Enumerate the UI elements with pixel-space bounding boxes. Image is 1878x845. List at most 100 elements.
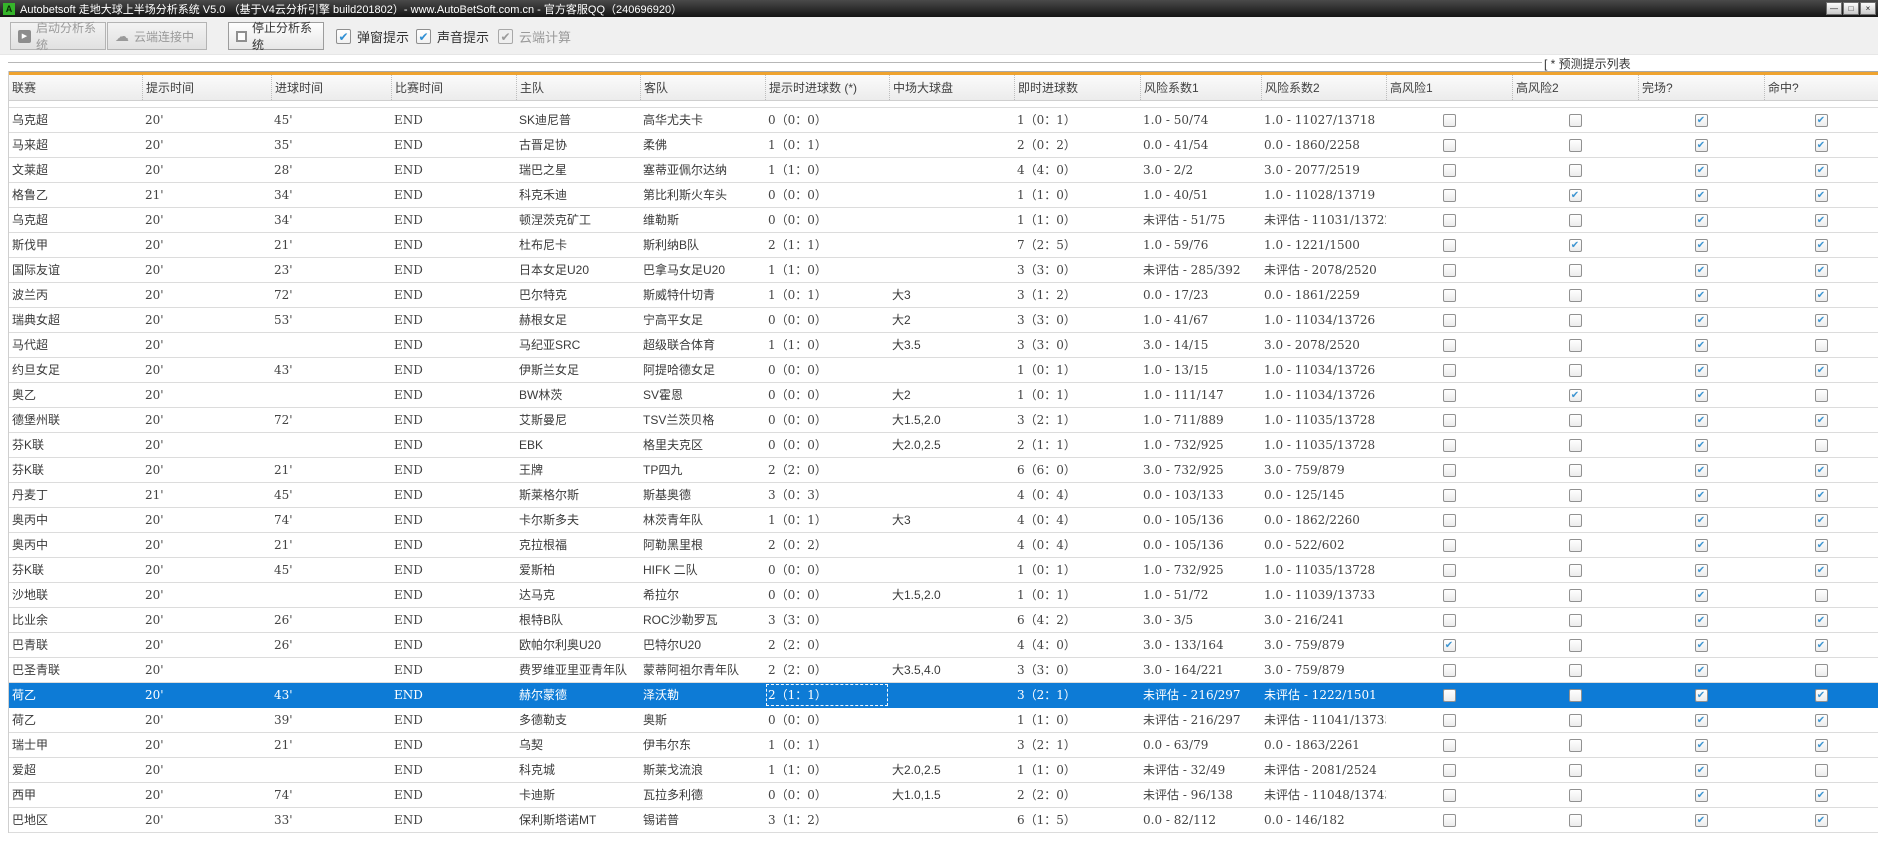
table-row[interactable]: 芬K联 20' 45' END 爱斯柏 HIFK 二队 0（0：0） 1（0：1） 1.0 - … xyxy=(9,558,1878,583)
column-header[interactable]: 风险系数2 xyxy=(1261,75,1386,100)
hr2-checkbox[interactable] xyxy=(1568,663,1582,677)
hr1-checkbox[interactable] xyxy=(1442,338,1456,352)
table-row[interactable]: 瑞典女超 20' 53' END 赫根女足 宁高平女足 0（0：0） 大2 3（3：0） 1.0 … xyxy=(9,308,1878,333)
hr1-checkbox[interactable] xyxy=(1442,763,1456,777)
table-row[interactable]: 瑞士甲 20' 21' END 乌契 伊韦尔东 1（0：1） 3（2：1） 0.0 - 63/7… xyxy=(9,733,1878,758)
hit-checkbox[interactable]: ✔ xyxy=(1814,788,1828,802)
fin-checkbox[interactable]: ✔ xyxy=(1694,613,1708,627)
table-row[interactable]: 巴圣青联 20' END 费罗维亚里亚青年队 蒙蒂阿祖尔青年队 2（2：0） 大3.5,4.… xyxy=(9,658,1878,683)
table-row[interactable]: 奥丙中 20' 21' END 克拉根福 阿勒黑里根 2（0：2） 4（0：4） 0.0 - 1… xyxy=(9,533,1878,558)
hr2-checkbox[interactable] xyxy=(1568,113,1582,127)
stop-analysis-button[interactable]: 停止分析系统 xyxy=(228,21,324,52)
column-header[interactable]: 高风险2 xyxy=(1512,75,1638,100)
hr2-checkbox[interactable] xyxy=(1568,488,1582,502)
hr1-checkbox[interactable] xyxy=(1442,463,1456,477)
hit-checkbox[interactable]: ✔ xyxy=(1814,713,1828,727)
cloud-compute-checkbox[interactable]: ✔ xyxy=(498,29,513,44)
hr2-checkbox[interactable] xyxy=(1568,738,1582,752)
table-row[interactable]: 巴青联 20' 26' END 欧帕尔利奥U20 巴特尔U20 2（2：0） 4（4：0） 3.… xyxy=(9,633,1878,658)
hr1-checkbox[interactable] xyxy=(1442,288,1456,302)
fin-checkbox[interactable]: ✔ xyxy=(1694,263,1708,277)
hr1-checkbox[interactable] xyxy=(1442,363,1456,377)
column-header[interactable]: 高风险1 xyxy=(1386,75,1512,100)
hit-checkbox[interactable]: ✔ xyxy=(1814,238,1828,252)
hr2-checkbox[interactable] xyxy=(1568,638,1582,652)
start-analysis-button[interactable]: ▶ 启动分析系统 xyxy=(10,21,106,52)
hr1-checkbox[interactable] xyxy=(1442,388,1456,402)
hr1-checkbox[interactable] xyxy=(1442,688,1456,702)
fin-checkbox[interactable]: ✔ xyxy=(1694,463,1708,477)
hr2-checkbox[interactable] xyxy=(1568,363,1582,377)
fin-checkbox[interactable]: ✔ xyxy=(1694,438,1708,452)
hit-checkbox[interactable]: ✔ xyxy=(1814,638,1828,652)
hr2-checkbox[interactable]: ✔ xyxy=(1568,388,1582,402)
column-header[interactable]: 进球时间 xyxy=(271,75,391,100)
table-row[interactable]: 比业余 20' 26' END 根特B队 ROC沙勒罗瓦 3（3：0） 6（4：2） 3.0 -… xyxy=(9,608,1878,633)
fin-checkbox[interactable]: ✔ xyxy=(1694,213,1708,227)
table-row[interactable]: 格鲁乙 21' 34' END 科克禾迪 第比利斯火车头 0（0：0） 1（1：0） 1.0 -… xyxy=(9,183,1878,208)
column-header[interactable]: 风险系数1 xyxy=(1140,75,1261,100)
sound-alert-checkbox[interactable]: ✔ xyxy=(416,29,431,44)
hr1-checkbox[interactable] xyxy=(1442,438,1456,452)
table-row[interactable]: 马代超 20' END 马纪亚SRC 超级联合体育 1（1：0） 大3.5 3（3：0） 3.0… xyxy=(9,333,1878,358)
hit-checkbox[interactable]: ✔ xyxy=(1814,413,1828,427)
table-row[interactable]: 爱超 20' END 科克城 斯莱戈流浪 1（1：0） 大2.0,2.5 1（1：0） 未评估 … xyxy=(9,758,1878,783)
hit-checkbox[interactable]: ✔ xyxy=(1814,188,1828,202)
table-row[interactable]: 芬K联 20' END EBK 格里夫克区 0（0：0） 大2.0,2.5 2（1：1） 1.0… xyxy=(9,433,1878,458)
maximize-button[interactable]: □ xyxy=(1843,2,1859,15)
fin-checkbox[interactable]: ✔ xyxy=(1694,738,1708,752)
hit-checkbox[interactable]: ✔ xyxy=(1814,313,1828,327)
table-row[interactable]: 波兰丙 20' 72' END 巴尔特克 斯威特什切青 1（0：1） 大3 3（1：2） 0.0 … xyxy=(9,283,1878,308)
hr1-checkbox[interactable] xyxy=(1442,313,1456,327)
fin-checkbox[interactable]: ✔ xyxy=(1694,713,1708,727)
fin-checkbox[interactable]: ✔ xyxy=(1694,338,1708,352)
hit-checkbox[interactable]: ✔ xyxy=(1814,613,1828,627)
table-row[interactable]: 马来超 20' 35' END 古晋足协 柔佛 1（0：1） 2（0：2） 0.0 - 41/5… xyxy=(9,133,1878,158)
minimize-button[interactable]: — xyxy=(1826,2,1842,15)
hr2-checkbox[interactable] xyxy=(1568,338,1582,352)
hr1-checkbox[interactable] xyxy=(1442,488,1456,502)
fin-checkbox[interactable]: ✔ xyxy=(1694,763,1708,777)
hr2-checkbox[interactable] xyxy=(1568,463,1582,477)
column-header[interactable]: 即时进球数 xyxy=(1014,75,1140,100)
fin-checkbox[interactable]: ✔ xyxy=(1694,488,1708,502)
hit-checkbox[interactable] xyxy=(1814,438,1828,452)
table-row[interactable]: 奥乙 20' END BW林茨 SV霍恩 0（0：0） 大2 1（0：1） 1.0 - 111/… xyxy=(9,383,1878,408)
hr1-checkbox[interactable] xyxy=(1442,238,1456,252)
cloud-connecting-button[interactable]: ☁ 云端连接中 xyxy=(107,22,207,50)
hr2-checkbox[interactable] xyxy=(1568,513,1582,527)
popup-alert-checkbox[interactable]: ✔ xyxy=(336,29,351,44)
hr1-checkbox[interactable] xyxy=(1442,113,1456,127)
hr1-checkbox[interactable] xyxy=(1442,188,1456,202)
hr2-checkbox[interactable] xyxy=(1568,138,1582,152)
fin-checkbox[interactable]: ✔ xyxy=(1694,588,1708,602)
table-row[interactable]: 沙地联 20' END 达马克 希拉尔 0（0：0） 大1.5,2.0 1（0：1） 1.0 -… xyxy=(9,583,1878,608)
hit-checkbox[interactable]: ✔ xyxy=(1814,688,1828,702)
hit-checkbox[interactable]: ✔ xyxy=(1814,538,1828,552)
fin-checkbox[interactable]: ✔ xyxy=(1694,238,1708,252)
hr1-checkbox[interactable] xyxy=(1442,613,1456,627)
hr2-checkbox[interactable] xyxy=(1568,438,1582,452)
hit-checkbox[interactable]: ✔ xyxy=(1814,488,1828,502)
hit-checkbox[interactable] xyxy=(1814,763,1828,777)
table-row[interactable]: 荷乙 20' 39' END 多德勒支 奥斯 0（0：0） 1（1：0） 未评估 - 216/2… xyxy=(9,708,1878,733)
hr2-checkbox[interactable] xyxy=(1568,163,1582,177)
fin-checkbox[interactable]: ✔ xyxy=(1694,688,1708,702)
table-row[interactable]: 乌克超 20' 45' END SK迪尼普 高华尤夫卡 0（0：0） 1（0：1） 1.0 - … xyxy=(9,108,1878,133)
fin-checkbox[interactable]: ✔ xyxy=(1694,538,1708,552)
table-row[interactable]: 乌克超 20' 34' END 顿涅茨克矿工 维勒斯 0（0：0） 1（1：0） 未评估 - 5… xyxy=(9,208,1878,233)
column-header[interactable]: 比赛时间 xyxy=(391,75,516,100)
hit-checkbox[interactable] xyxy=(1814,588,1828,602)
hr1-checkbox[interactable] xyxy=(1442,138,1456,152)
hr1-checkbox[interactable] xyxy=(1442,738,1456,752)
column-header[interactable]: 客队 xyxy=(640,75,765,100)
table-row[interactable]: 丹麦丁 21' 45' END 斯莱格尔斯 斯基奥德 3（0：3） 4（0：4） 0.0 - 1… xyxy=(9,483,1878,508)
table-row[interactable]: 芬K联 20' 21' END 王牌 TP四九 2（2：0） 6（6：0） 3.0 - 732/… xyxy=(9,458,1878,483)
hr1-checkbox[interactable] xyxy=(1442,663,1456,677)
fin-checkbox[interactable]: ✔ xyxy=(1694,788,1708,802)
hr1-checkbox[interactable] xyxy=(1442,588,1456,602)
close-button[interactable]: × xyxy=(1860,2,1876,15)
fin-checkbox[interactable]: ✔ xyxy=(1694,388,1708,402)
column-header[interactable]: 完场? xyxy=(1638,75,1764,100)
fin-checkbox[interactable]: ✔ xyxy=(1694,563,1708,577)
